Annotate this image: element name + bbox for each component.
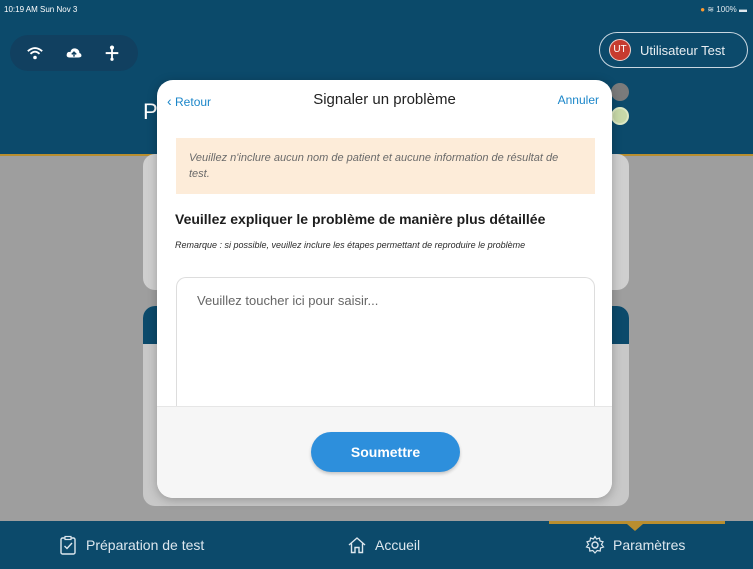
tab-label: Préparation de test <box>86 537 205 553</box>
modal-title: Signaler un problème <box>313 91 456 108</box>
problem-description-input[interactable]: Veuillez toucher ici pour saisir... <box>176 277 595 417</box>
page-title: P <box>143 99 158 124</box>
cloud-upload-icon <box>66 48 82 58</box>
submit-button[interactable]: Soumettre <box>311 432 460 472</box>
home-icon <box>348 537 366 554</box>
tab-label: Paramètres <box>613 537 686 553</box>
status-bar: 10:19 AM Sun Nov 3 ● ≋ 100% ▬ <box>0 0 753 20</box>
wifi-status-icon: ≋ <box>707 5 715 14</box>
toggle-switch-1[interactable] <box>611 83 629 101</box>
user-menu-button[interactable]: UT Utilisateur Test <box>599 32 748 68</box>
gear-icon <box>585 535 605 554</box>
privacy-warning: Veuillez n'inclure aucun nom de patient … <box>176 138 595 194</box>
user-name: Utilisateur Test <box>640 43 726 58</box>
battery-indicator: ● ≋ 100% ▬ <box>700 5 747 14</box>
connectivity-status-pill[interactable] <box>10 35 138 71</box>
battery-icon: ▬ <box>739 5 747 14</box>
toggle-switch-2[interactable] <box>611 107 629 125</box>
network-tree-icon <box>105 45 119 61</box>
battery-level: 100% <box>716 5 737 14</box>
charging-dot-icon: ● <box>700 5 706 14</box>
description-note: Remarque : si possible, veuillez inclure… <box>175 240 526 250</box>
avatar: UT <box>609 39 631 61</box>
report-problem-modal: ‹ Retour Signaler un problème Annuler Ve… <box>157 80 612 498</box>
modal-header: ‹ Retour Signaler un problème Annuler <box>157 80 612 120</box>
tab-home[interactable]: Accueil <box>347 521 420 569</box>
cancel-button[interactable]: Annuler <box>558 93 599 107</box>
active-tab-caret <box>627 524 643 531</box>
description-label: Veuillez expliquer le problème de manièr… <box>175 211 546 227</box>
wifi-icon <box>27 47 43 60</box>
input-placeholder: Veuillez toucher ici pour saisir... <box>197 293 379 308</box>
modal-footer: Soumettre <box>157 406 612 498</box>
clipboard-check-icon <box>60 535 76 555</box>
tab-label: Accueil <box>375 537 421 553</box>
status-time: 10:19 AM Sun Nov 3 <box>4 5 78 14</box>
tab-test-preparation[interactable]: Préparation de test <box>58 521 204 569</box>
